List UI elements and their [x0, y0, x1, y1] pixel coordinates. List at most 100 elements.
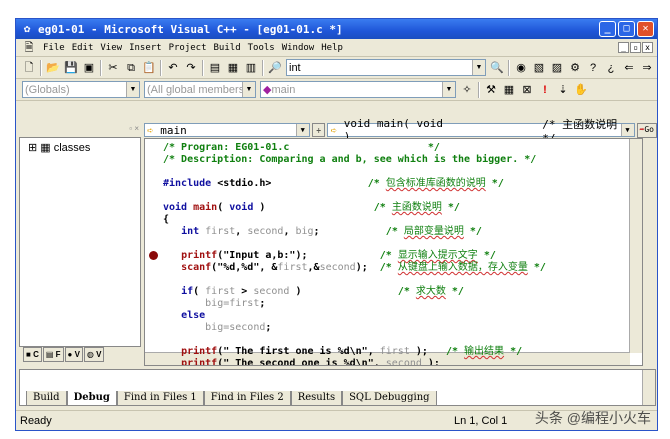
menu-view[interactable]: View — [100, 43, 122, 53]
find-combo[interactable]: int ▼ — [286, 59, 486, 76]
code-token: ); — [355, 262, 380, 273]
tab-find-in-files-1[interactable]: Find in Files 1 — [116, 391, 204, 406]
output-icon[interactable]: ▦ — [226, 61, 240, 75]
go-icon[interactable]: ⇣ — [556, 83, 570, 97]
tab-file-view[interactable]: ▤ F — [42, 347, 64, 362]
menu-edit[interactable]: Edit — [72, 43, 94, 53]
back-icon[interactable]: ⇐ — [622, 61, 636, 75]
build-all-icon[interactable]: ▦ — [502, 83, 516, 97]
chevron-down-icon[interactable]: ▼ — [442, 82, 455, 97]
cut-icon[interactable]: ✂ — [106, 61, 120, 75]
filter-combo[interactable]: (All global members ▼ — [144, 81, 256, 98]
code-token: second — [253, 286, 290, 297]
build-icon[interactable]: ⚙ — [568, 61, 582, 75]
code-token: { — [163, 214, 170, 225]
chevron-down-icon[interactable]: ▼ — [126, 82, 139, 97]
compile-icon[interactable]: ⚒ — [484, 83, 498, 97]
close-button[interactable]: ✕ — [637, 21, 654, 37]
open-icon[interactable]: 📂 — [46, 61, 60, 75]
standard-toolbar: 🗋 📂 💾 ▣ ✂ ⧉ 📋 ↶ ↷ ▤ ▦ ▥ 🔎 int ▼ 🔍 ◉ ▧ ▨ ⚙… — [16, 57, 657, 79]
class-combo[interactable]: (Globals) ▼ — [22, 81, 140, 98]
code-token: /* — [385, 226, 404, 237]
breakpoint-icon[interactable] — [149, 251, 158, 260]
tab-build[interactable]: Build — [26, 391, 67, 406]
code-token: /* — [373, 202, 392, 213]
code-token: second — [247, 226, 284, 237]
copy-icon[interactable]: ⧉ — [124, 61, 138, 75]
spin-icon[interactable]: ÷ — [311, 123, 326, 137]
code-line: printf(" The first one is %d\n", first )… — [163, 346, 522, 358]
pane-close-icon[interactable]: ▫ × — [129, 124, 139, 133]
chevron-down-icon[interactable]: ▼ — [620, 124, 634, 136]
wizard-bar: (Globals) ▼ (All global members ▼ ◆ main ▼ ✧… — [16, 79, 657, 101]
output-vertical-scrollbar[interactable] — [642, 370, 655, 405]
menu-file[interactable]: File — [43, 43, 65, 53]
tab-sql-debugging[interactable]: SQL Debugging — [342, 391, 437, 406]
find-in-files-icon[interactable]: 🔎 — [268, 61, 282, 75]
mdi-close-button[interactable]: x — [642, 42, 653, 53]
chevron-down-icon[interactable]: ▼ — [472, 60, 485, 75]
menu-window[interactable]: Window — [282, 43, 315, 53]
code-token: /* — [367, 178, 386, 189]
editor-header: ➪ main▼ ÷ ➪ void main( void )/* 主函数说明 */… — [144, 117, 657, 145]
document-icon: 🗎 — [24, 40, 34, 54]
code-line: if( first > second ) /* 求大数 */ — [163, 286, 464, 298]
new-file-icon[interactable]: 🗋 — [22, 61, 36, 75]
context-help-icon[interactable]: ¿ — [604, 61, 618, 75]
code-token: ) — [289, 286, 398, 297]
code-line: scanf("%d,%d", &first,&second); /* 从键盘上输… — [163, 262, 546, 274]
tree-item-classes[interactable]: ⊞ ▦ classes — [20, 138, 140, 157]
window-list-icon[interactable]: ▥ — [244, 61, 258, 75]
maximize-button[interactable]: □ — [618, 21, 635, 37]
menu-project[interactable]: Project — [169, 43, 207, 53]
find-icon[interactable]: 🔍 — [490, 61, 504, 75]
code-line: /* Progran: EG01-01.c */ — [163, 142, 440, 154]
minimize-button[interactable]: _ — [599, 21, 616, 37]
menu-insert[interactable]: Insert — [129, 43, 162, 53]
tab-class-view[interactable]: ■ C — [23, 347, 42, 362]
menu-tools[interactable]: Tools — [248, 43, 275, 53]
code-editor[interactable]: /* Progran: EG01-01.c *//* Description: … — [144, 138, 643, 366]
status-bar: Ready Ln 1, Col 1 头条 @编程小火车 — [16, 410, 657, 430]
member-combo[interactable]: ◆ main ▼ — [260, 81, 456, 98]
help-icon[interactable]: ? — [586, 61, 600, 75]
code-token: else — [181, 310, 206, 321]
menu-build[interactable]: Build — [214, 43, 241, 53]
chevron-down-icon[interactable]: ▼ — [242, 82, 255, 97]
breakpoint-hand-icon[interactable]: ✋ — [574, 83, 588, 97]
code-token: printf — [181, 358, 218, 366]
main-window: ✿ eg01-01 - Microsoft Visual C++ - [eg01… — [15, 18, 658, 431]
class-view-icon[interactable]: ◉ — [514, 61, 528, 75]
stop-build-icon[interactable]: ⊠ — [520, 83, 534, 97]
chevron-down-icon[interactable]: ▼ — [295, 124, 309, 136]
file-view-icon[interactable]: ▧ — [532, 61, 546, 75]
code-token: second — [385, 358, 422, 366]
redo-icon[interactable]: ↷ — [184, 61, 198, 75]
paste-icon[interactable]: 📋 — [142, 61, 156, 75]
forward-icon[interactable]: ⇒ — [640, 61, 654, 75]
tab-debug[interactable]: Debug — [66, 391, 117, 406]
tab-resource-view[interactable]: ● V — [64, 347, 83, 362]
code-line: #include <stdio.h> /* 包含标准库函数的说明 */ — [163, 178, 504, 190]
mdi-minimize-button[interactable]: _ — [618, 42, 629, 53]
tab-view[interactable]: ◍ V — [83, 347, 105, 362]
wizard-action-icon[interactable]: ✧ — [460, 83, 474, 97]
undo-icon[interactable]: ↶ — [166, 61, 180, 75]
tab-find-in-files-2[interactable]: Find in Files 2 — [203, 391, 291, 406]
resource-icon[interactable]: ▨ — [550, 61, 564, 75]
scope-combo[interactable]: ➪ main ▼ — [144, 123, 310, 137]
menu-help[interactable]: Help — [321, 43, 343, 53]
function-combo[interactable]: ➪ void main( void )/* 主函数说明 */▼ — [327, 117, 635, 145]
workspace-icon[interactable]: ▤ — [208, 61, 222, 75]
mdi-restore-button[interactable]: ▫ — [630, 42, 641, 53]
tab-results[interactable]: Results — [290, 391, 343, 406]
save-all-icon[interactable]: ▣ — [82, 61, 96, 75]
go-button[interactable]: ➦Go — [636, 123, 657, 138]
editor-vertical-scrollbar[interactable] — [629, 139, 642, 353]
save-icon[interactable]: 💾 — [64, 61, 78, 75]
execute-icon[interactable]: ! — [538, 83, 552, 97]
